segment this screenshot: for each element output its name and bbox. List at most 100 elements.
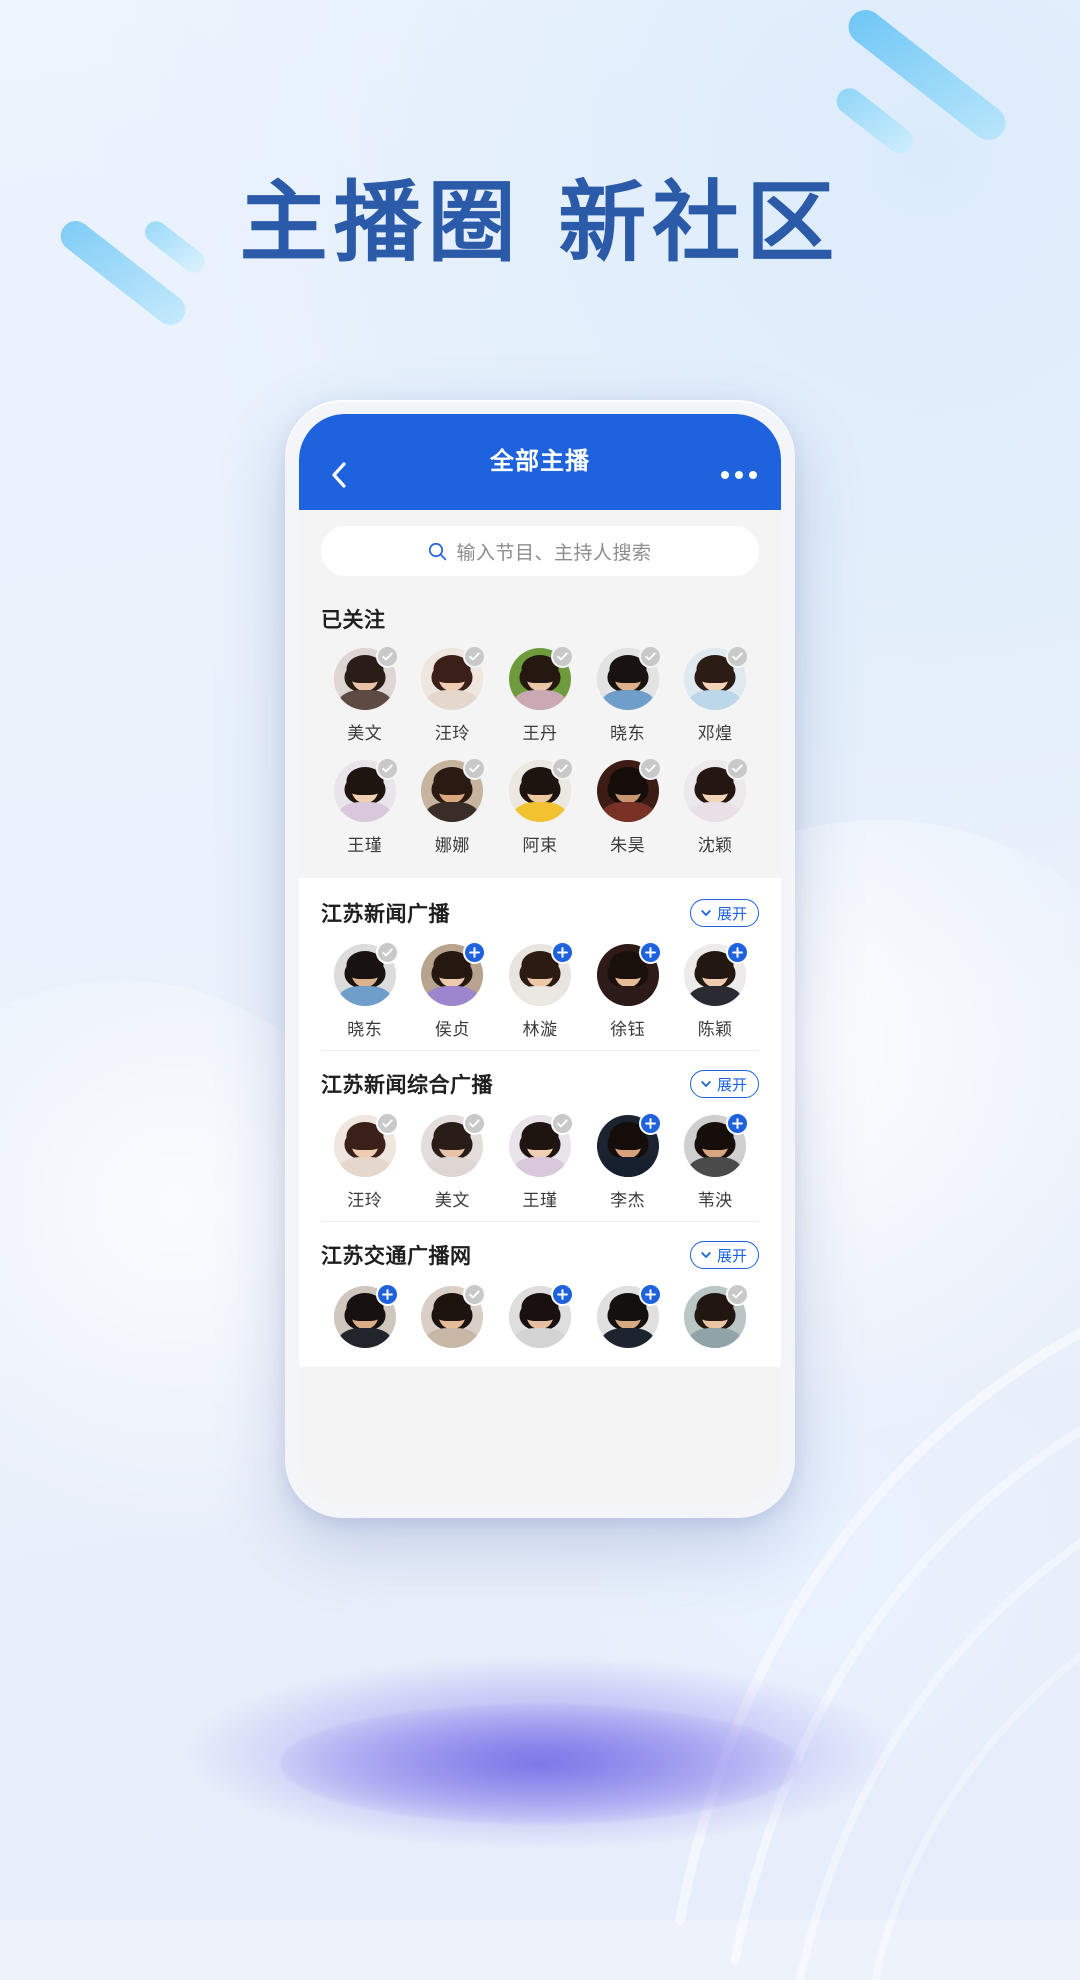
expand-button[interactable]: 展开 [689, 899, 759, 927]
anchor-name: 王瑾 [347, 836, 383, 855]
anchor-item[interactable]: 王丹 [496, 645, 584, 744]
chevron-left-icon [331, 462, 346, 488]
station-section: 江苏新闻广播 展开 晓东 侯贞 林漩 徐钰 陈颖 [321, 878, 759, 1050]
anchor-item[interactable]: 邓煌 [671, 645, 759, 744]
anchor-item[interactable]: 美文 [409, 1112, 497, 1211]
plus-icon [644, 1118, 656, 1129]
avatar[interactable] [333, 757, 399, 822]
check-icon [644, 764, 656, 773]
anchor-item[interactable] [409, 1283, 497, 1357]
check-icon [469, 764, 481, 773]
anchor-item[interactable]: 王瑾 [496, 1112, 584, 1211]
avatar-shoulders [513, 986, 566, 1006]
ellipsis-icon-dot [735, 471, 743, 479]
followed-badge[interactable] [375, 1112, 399, 1135]
anchor-item[interactable]: 徐钰 [584, 941, 672, 1040]
followed-badge[interactable] [638, 645, 662, 668]
check-icon [382, 948, 393, 957]
anchor-item[interactable]: 美文 [321, 645, 409, 744]
anchor-name: 李杰 [610, 1191, 646, 1210]
followed-badge[interactable] [638, 757, 662, 780]
avatar[interactable] [508, 1112, 574, 1177]
back-button[interactable] [321, 458, 355, 492]
anchor-item[interactable]: 朱昊 [584, 757, 672, 856]
anchor-item[interactable]: 晓东 [584, 645, 672, 744]
anchor-item[interactable]: 苇泱 [671, 1112, 759, 1211]
anchor-item[interactable]: 陈颖 [671, 941, 759, 1040]
avatar[interactable] [684, 757, 750, 822]
anchor-item[interactable]: 晓东 [321, 941, 409, 1040]
search-input[interactable]: 输入节目、主持人搜索 [321, 526, 759, 576]
anchor-name: 邓煌 [697, 724, 733, 743]
avatar[interactable] [333, 1112, 399, 1177]
expand-button[interactable]: 展开 [689, 1070, 759, 1098]
anchor-item[interactable]: 侯贞 [409, 941, 497, 1040]
avatar[interactable] [684, 941, 750, 1006]
followed-section-title: 已关注 [321, 609, 386, 632]
avatar[interactable] [421, 645, 487, 710]
anchor-name: 林漩 [522, 1020, 558, 1039]
follow-add-button[interactable] [638, 941, 662, 964]
anchor-name: 晓东 [610, 724, 646, 743]
avatar[interactable] [508, 757, 574, 822]
anchor-item[interactable] [496, 1283, 584, 1357]
avatar-shoulders [601, 1328, 654, 1348]
avatar[interactable] [508, 1283, 574, 1348]
avatar[interactable] [421, 757, 487, 822]
anchor-item[interactable]: 娜娜 [409, 757, 497, 856]
anchor-name: 阿束 [522, 836, 558, 855]
avatar[interactable] [596, 757, 662, 822]
avatar[interactable] [333, 645, 399, 710]
check-icon [732, 652, 743, 661]
anchor-item[interactable]: 沈颖 [671, 757, 759, 856]
avatar[interactable] [596, 1112, 662, 1177]
avatar[interactable] [596, 645, 662, 710]
anchor-item[interactable]: 李杰 [584, 1112, 672, 1211]
anchor-item[interactable] [671, 1283, 759, 1357]
expand-button[interactable]: 展开 [689, 1241, 759, 1269]
chevron-down-icon [701, 1081, 711, 1087]
follow-add-button[interactable] [638, 1283, 662, 1306]
anchor-item[interactable]: 林漩 [496, 941, 584, 1040]
chevron-down-icon [701, 910, 711, 916]
avatar[interactable] [596, 941, 662, 1006]
anchor-item[interactable]: 阿束 [496, 757, 584, 856]
followed-badge[interactable] [550, 645, 574, 668]
anchor-item[interactable] [584, 1283, 672, 1357]
station-header: 江苏交通广播网 展开 [321, 1240, 759, 1270]
station-avatar-grid: 晓东 侯贞 林漩 徐钰 陈颖 [321, 941, 759, 1040]
more-options-button[interactable] [719, 463, 759, 487]
avatar[interactable] [508, 941, 574, 1006]
avatar[interactable] [421, 1283, 487, 1348]
anchor-item[interactable]: 汪玲 [409, 645, 497, 744]
avatar[interactable] [596, 1283, 662, 1348]
avatar-shoulders [689, 802, 742, 822]
avatar[interactable] [684, 1112, 750, 1177]
avatar[interactable] [421, 941, 487, 1006]
anchor-name: 侯贞 [434, 1020, 470, 1039]
station-avatar-grid: 汪玲 美文 王瑾 李杰 苇泱 [321, 1112, 759, 1211]
follow-add-button[interactable] [550, 1283, 574, 1306]
follow-add-button[interactable] [550, 941, 574, 964]
followed-badge[interactable] [375, 645, 399, 668]
anchor-list-scroll-area[interactable]: 已关注 美文 汪玲 王丹 晓东 邓煌 王瑾 娜娜 阿束 朱昊 沈颖 江苏新闻广播 展开 晓东 侯贞 林漩徐… [299, 590, 781, 1504]
avatar[interactable] [508, 645, 574, 710]
avatar-shoulders [601, 802, 654, 822]
avatar[interactable] [684, 1283, 750, 1348]
anchor-item[interactable] [321, 1283, 409, 1357]
anchor-item[interactable]: 汪玲 [321, 1112, 409, 1211]
plus-icon [557, 1289, 568, 1300]
avatar-shoulders [338, 1157, 391, 1177]
anchor-item[interactable]: 王瑾 [321, 757, 409, 856]
avatar[interactable] [333, 1283, 399, 1348]
avatar[interactable] [421, 1112, 487, 1177]
avatar[interactable] [333, 941, 399, 1006]
follow-add-button[interactable] [375, 1283, 399, 1306]
followed-badge[interactable] [375, 757, 399, 780]
avatar-shoulders [426, 986, 479, 1006]
followed-badge[interactable] [550, 757, 574, 780]
follow-add-button[interactable] [638, 1112, 662, 1135]
avatar[interactable] [684, 645, 750, 710]
followed-badge[interactable] [550, 1112, 574, 1135]
followed-badge[interactable] [375, 941, 399, 964]
